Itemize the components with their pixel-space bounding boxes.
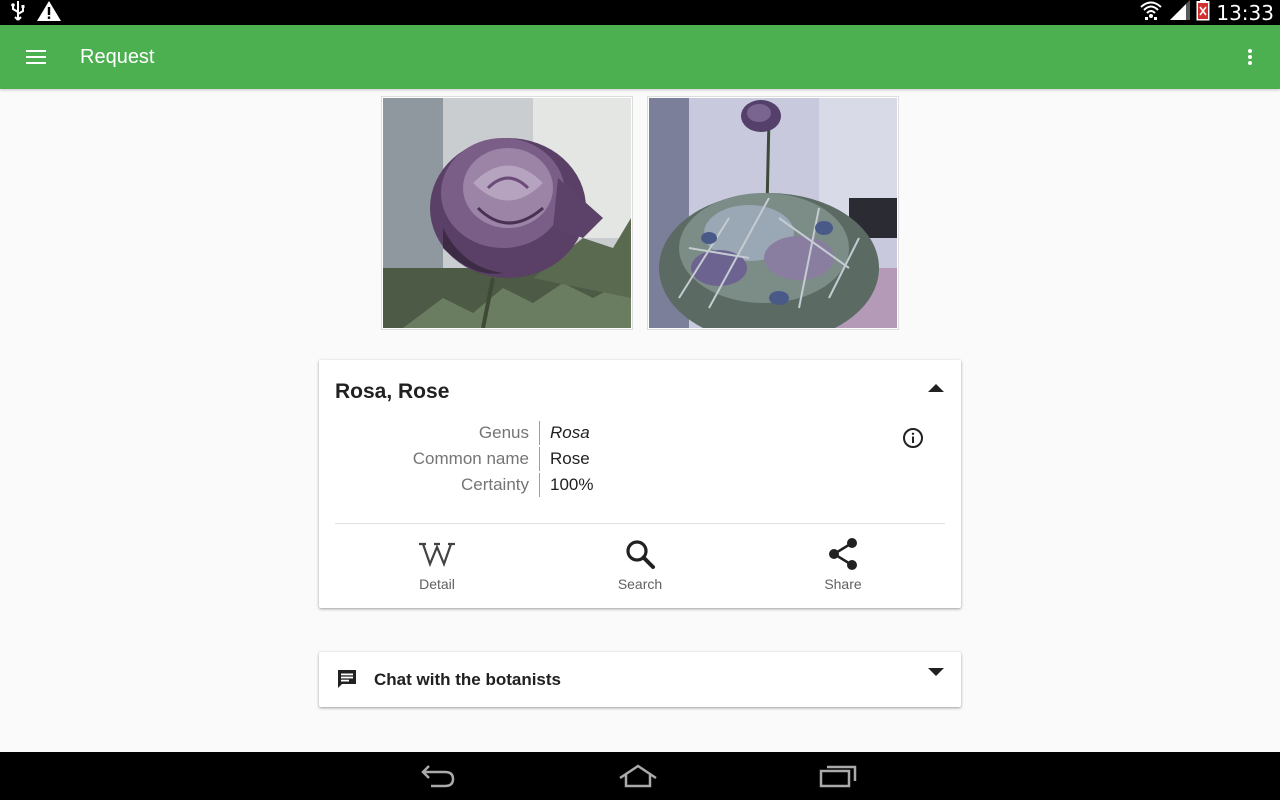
info-label: Certainty [319,473,540,497]
more-vert-icon [1248,49,1252,65]
recent-apps-button[interactable] [818,762,858,790]
share-button[interactable]: Share [783,536,903,596]
home-icon [619,764,657,788]
chat-title: Chat with the botanists [374,670,561,689]
system-status: 13:33 [1140,0,1274,25]
clock: 13:33 [1216,0,1274,25]
menu-button[interactable] [20,45,52,69]
hamburger-icon [26,50,46,64]
chat-card[interactable]: Chat with the botanists [319,652,961,707]
search-button[interactable]: Search [580,536,700,596]
card-title: Rosa, Rose [335,380,450,403]
battery-icon [1196,0,1210,26]
info-value: 100% [550,475,594,494]
expand-button[interactable] [925,664,947,680]
signal-icon [1168,0,1191,25]
detail-button[interactable]: Detail [377,536,497,596]
identification-card: Rosa, Rose Genus Rosa Common name Rose C… [319,360,961,608]
info-icon [903,428,923,448]
photo-rose[interactable] [381,96,633,330]
usb-icon [10,0,26,27]
detail-label: Detail [419,576,455,592]
app-bar: Request [0,25,1280,89]
back-button[interactable] [418,762,458,790]
back-icon [421,765,455,788]
page-title: Request [80,46,155,68]
divider [335,523,945,524]
info-value: Rose [550,449,590,468]
chat-icon [338,670,356,688]
status-bar: 13:33 [0,0,1280,25]
wifi-icon [1140,0,1163,25]
search-label: Search [617,576,663,592]
info-row-certainty: Certainty 100% [319,472,619,498]
overflow-menu-button[interactable] [1240,45,1260,69]
recent-apps-icon [819,765,857,788]
share-label: Share [824,576,862,592]
home-button[interactable] [618,762,658,790]
arrow-down-icon [928,668,944,676]
info-label: Common name [319,447,540,471]
info-row-common-name: Common name Rose [319,446,619,472]
navigation-bar [0,752,1280,800]
wikipedia-icon [419,542,455,567]
notification-icons [10,0,62,27]
info-button[interactable] [901,426,925,450]
info-label: Genus [319,421,540,445]
info-table: Genus Rosa Common name Rose Certainty 10… [319,420,619,498]
arrow-up-icon [928,384,944,392]
info-value: Rosa [550,423,590,442]
search-icon [626,540,655,569]
photo-bouquet[interactable] [647,96,899,330]
warning-icon [36,0,62,27]
info-row-genus: Genus Rosa [319,420,619,446]
share-icon [829,538,857,570]
collapse-button[interactable] [925,380,947,396]
